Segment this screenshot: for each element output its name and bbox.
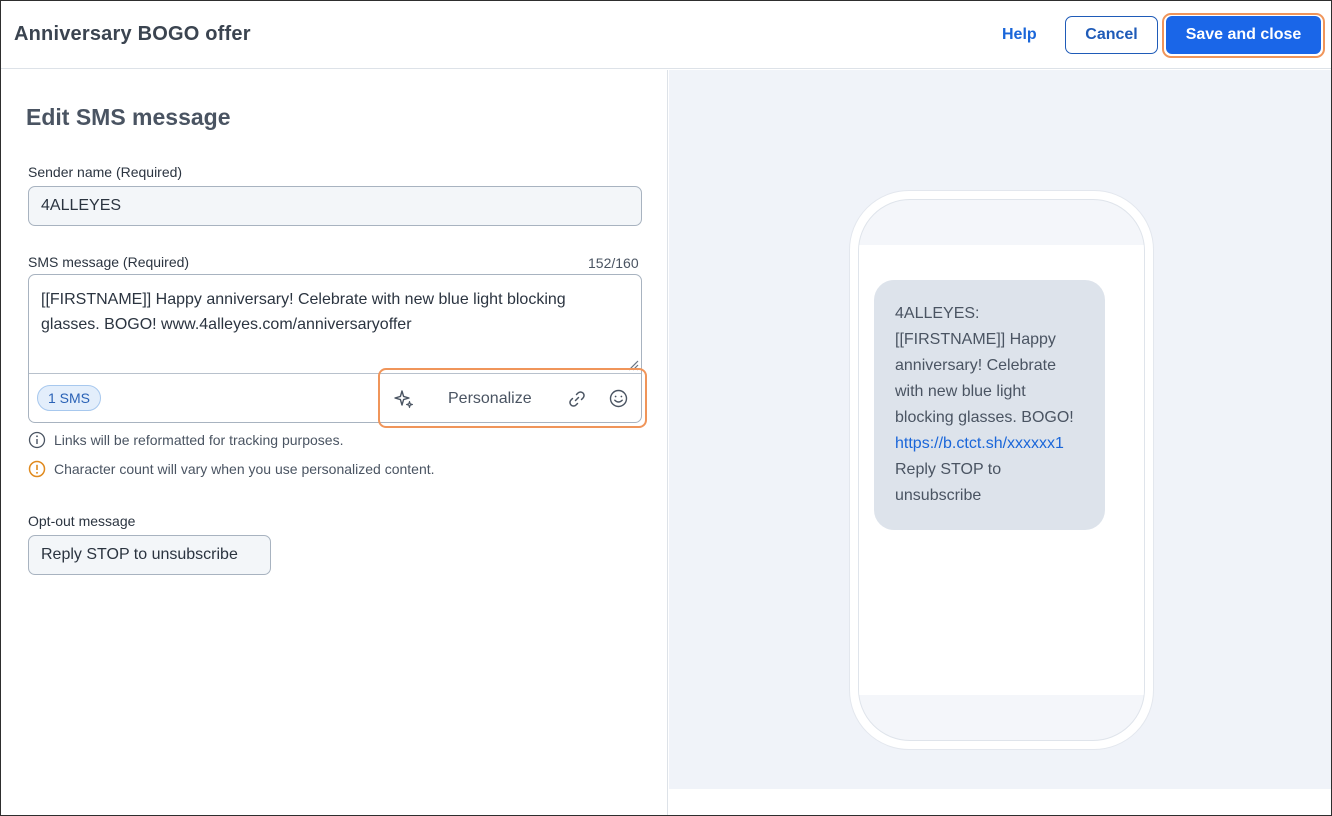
info-icon — [28, 431, 46, 449]
opt-out-label: Opt-out message — [28, 513, 136, 529]
message-bubble: 4ALLEYES: [[FIRSTNAME]] Happy anniversar… — [874, 280, 1105, 530]
save-and-close-button[interactable]: Save and close — [1166, 16, 1321, 54]
links-note: Links will be reformatted for tracking p… — [28, 431, 343, 449]
bubble-line: [[FIRSTNAME]] Happy — [895, 331, 1056, 348]
phone-frame: 4ALLEYES: [[FIRSTNAME]] Happy anniversar… — [858, 199, 1145, 741]
smiley-icon[interactable] — [608, 388, 629, 409]
editor-panel: Edit SMS message Sender name (Required) … — [1, 70, 668, 815]
phone-screen: 4ALLEYES: [[FIRSTNAME]] Happy anniversar… — [859, 245, 1144, 695]
bubble-line: unsubscribe — [895, 487, 982, 504]
character-counter: 152/160 — [588, 255, 639, 271]
sender-name-input[interactable]: 4ALLEYES — [28, 186, 642, 226]
help-link[interactable]: Help — [1002, 26, 1037, 44]
sms-message-textarea[interactable]: [[FIRSTNAME]] Happy anniversary! Celebra… — [41, 287, 621, 337]
sparkle-icon[interactable] — [393, 388, 415, 410]
bubble-line: anniversary! Celebrate — [895, 357, 1056, 374]
warning-icon — [28, 460, 46, 478]
bubble-tracking-link[interactable]: https://b.ctct.sh/xxxxxx1 — [895, 431, 1084, 457]
opt-out-input[interactable]: Reply STOP to unsubscribe — [28, 535, 271, 575]
link-icon[interactable] — [567, 389, 587, 409]
links-note-text: Links will be reformatted for tracking p… — [54, 432, 344, 448]
sms-message-label: SMS message (Required) — [28, 254, 190, 270]
character-count-note-text: Character count will vary when you use p… — [54, 461, 435, 477]
phone-preview: 4ALLEYES: [[FIRSTNAME]] Happy anniversar… — [849, 190, 1154, 750]
bubble-line: blocking glasses. BOGO! — [895, 409, 1074, 426]
preview-panel: 4ALLEYES: [[FIRSTNAME]] Happy anniversar… — [669, 70, 1331, 789]
section-title: Edit SMS message — [26, 104, 231, 130]
character-count-note: Character count will vary when you use p… — [28, 460, 435, 478]
personalize-button[interactable]: Personalize — [448, 390, 532, 408]
bubble-line: 4ALLEYES: — [895, 305, 980, 322]
top-bar: Anniversary BOGO offer Help Cancel Save … — [1, 1, 1331, 69]
bubble-line: with new blue light — [895, 383, 1026, 400]
bubble-line: Reply STOP to — [895, 461, 1002, 478]
page-title: Anniversary BOGO offer — [14, 23, 251, 45]
sms-segment-badge: 1 SMS — [37, 385, 102, 411]
app-window: Anniversary BOGO offer Help Cancel Save … — [0, 0, 1332, 816]
sender-name-label: Sender name (Required) — [28, 164, 183, 180]
cancel-button[interactable]: Cancel — [1065, 16, 1158, 54]
